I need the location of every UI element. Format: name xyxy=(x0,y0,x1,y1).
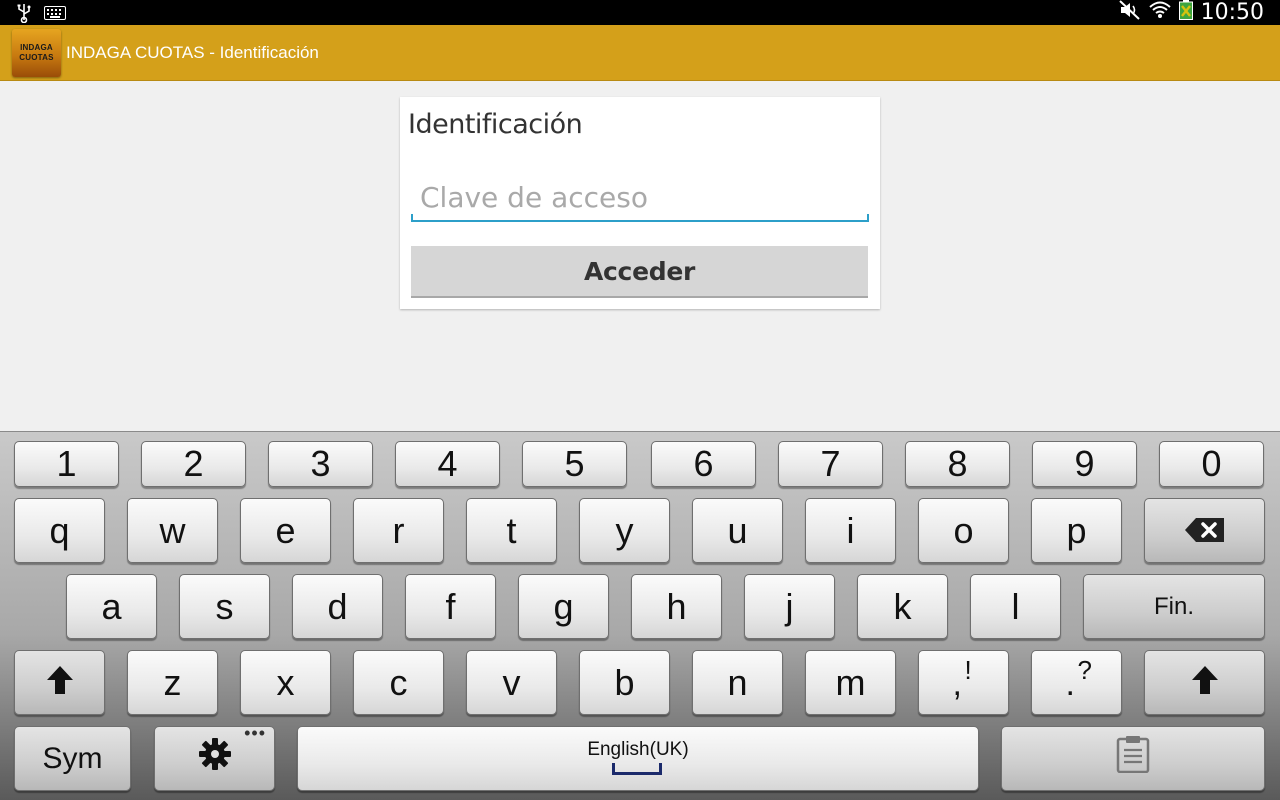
key-6[interactable]: 6 xyxy=(651,441,756,487)
action-bar: INDAGA CUOTAS INDAGA CUOTAS - Identifica… xyxy=(0,25,1280,81)
key-l[interactable]: l xyxy=(970,574,1061,639)
settings-key[interactable]: ••• xyxy=(154,723,275,791)
acceder-button[interactable]: Acceder xyxy=(411,246,868,298)
password-field-container xyxy=(411,174,869,222)
key-a[interactable]: a xyxy=(66,574,157,639)
key-7[interactable]: 7 xyxy=(778,441,883,487)
password-input[interactable] xyxy=(411,174,869,220)
key-w[interactable]: w xyxy=(127,498,218,563)
keyboard-icon xyxy=(44,6,66,25)
soft-keyboard: 1 2 3 4 5 6 7 8 9 0 q w e r t y u i o p … xyxy=(0,431,1280,800)
key-3[interactable]: 3 xyxy=(268,441,373,487)
key-comma[interactable]: , ! xyxy=(918,650,1009,715)
backspace-icon xyxy=(1184,510,1226,552)
key-0[interactable]: 0 xyxy=(1159,441,1264,487)
key-n[interactable]: n xyxy=(692,650,783,715)
key-5[interactable]: 5 xyxy=(522,441,627,487)
key-s[interactable]: s xyxy=(179,574,270,639)
key-c[interactable]: c xyxy=(353,650,444,715)
shift-arrow-icon xyxy=(1191,662,1219,704)
space-key[interactable]: English(UK) xyxy=(297,726,979,791)
key-y[interactable]: y xyxy=(579,498,670,563)
backspace-key[interactable] xyxy=(1144,498,1265,563)
shift-arrow-icon xyxy=(46,662,74,704)
key-q[interactable]: q xyxy=(14,498,105,563)
key-g[interactable]: g xyxy=(518,574,609,639)
key-8[interactable]: 8 xyxy=(905,441,1010,487)
space-bar-icon xyxy=(612,763,662,775)
clipboard-key[interactable] xyxy=(1001,726,1265,791)
comma-glyph: , ! xyxy=(949,655,979,703)
period-main: . xyxy=(1065,664,1075,703)
period-alt: ? xyxy=(1077,654,1092,685)
gear-icon xyxy=(198,737,232,780)
key-x[interactable]: x xyxy=(240,650,331,715)
key-v[interactable]: v xyxy=(466,650,557,715)
key-4[interactable]: 4 xyxy=(395,441,500,487)
app-title: INDAGA CUOTAS - Identificación xyxy=(66,43,319,62)
key-k[interactable]: k xyxy=(857,574,948,639)
key-p[interactable]: p xyxy=(1031,498,1122,563)
key-1[interactable]: 1 xyxy=(14,441,119,487)
logo-text-line2: CUOTAS xyxy=(19,53,54,62)
key-f[interactable]: f xyxy=(405,574,496,639)
clock: 10:50 xyxy=(1200,0,1264,25)
key-r[interactable]: r xyxy=(353,498,444,563)
key-i[interactable]: i xyxy=(805,498,896,563)
logo-text-line1: INDAGA xyxy=(20,43,53,52)
status-bar: 10:50 xyxy=(0,0,1280,25)
key-t[interactable]: t xyxy=(466,498,557,563)
mute-icon xyxy=(1118,0,1141,25)
key-j[interactable]: j xyxy=(744,574,835,639)
clipboard-icon xyxy=(1116,735,1150,782)
app-logo[interactable]: INDAGA CUOTAS xyxy=(12,29,61,77)
shift-right-key[interactable] xyxy=(1144,650,1265,715)
key-m[interactable]: m xyxy=(805,650,896,715)
period-glyph: . ? xyxy=(1062,655,1092,703)
enter-key[interactable]: Fin. xyxy=(1083,574,1265,639)
key-e[interactable]: e xyxy=(240,498,331,563)
key-2[interactable]: 2 xyxy=(141,441,246,487)
battery-icon xyxy=(1178,0,1193,25)
space-language-label: English(UK) xyxy=(587,739,689,760)
more-dots-icon: ••• xyxy=(244,723,266,743)
key-d[interactable]: d xyxy=(292,574,383,639)
key-o[interactable]: o xyxy=(918,498,1009,563)
key-h[interactable]: h xyxy=(631,574,722,639)
key-z[interactable]: z xyxy=(127,650,218,715)
shift-left-key[interactable] xyxy=(14,650,105,715)
key-u[interactable]: u xyxy=(692,498,783,563)
key-9[interactable]: 9 xyxy=(1032,441,1137,487)
key-b[interactable]: b xyxy=(579,650,670,715)
dialog-title: Identificación xyxy=(408,109,583,140)
key-period[interactable]: . ? xyxy=(1031,650,1122,715)
sym-key[interactable]: Sym xyxy=(14,726,131,791)
comma-main: , xyxy=(952,664,962,703)
comma-alt: ! xyxy=(964,654,972,685)
wifi-icon xyxy=(1148,0,1171,25)
